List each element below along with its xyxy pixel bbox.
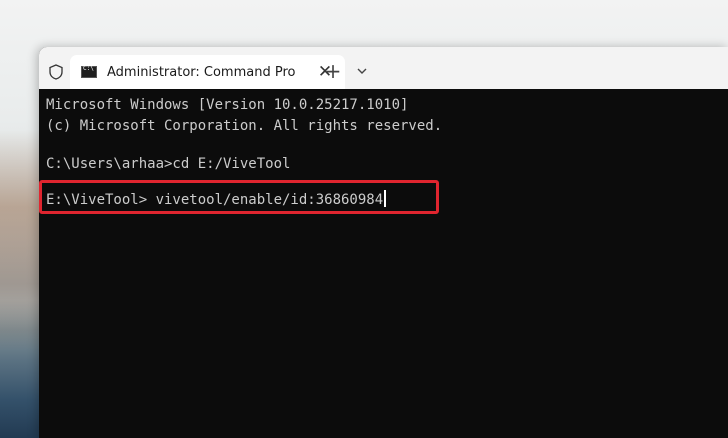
command-text: E:\ViveTool> vivetool/enable/id:36860984 [46, 192, 384, 208]
tab-title: Administrator: Command Pro [107, 65, 296, 80]
text-cursor [384, 190, 387, 207]
console-line: (c) Microsoft Corporation. All rights re… [46, 118, 443, 134]
new-tab-button[interactable]: + [323, 61, 343, 81]
cmd-icon [81, 65, 97, 78]
console-line: Microsoft Windows [Version 10.0.25217.10… [46, 97, 409, 113]
title-bar: Administrator: Command Pro ✕ + [39, 47, 728, 89]
console-line: C:\Users\arhaa>cd E:/ViveTool [46, 156, 291, 172]
terminal-window: Administrator: Command Pro ✕ + Microsoft… [39, 47, 728, 438]
tab-command-prompt[interactable]: Administrator: Command Pro ✕ [70, 55, 345, 89]
shield-icon [48, 64, 64, 80]
chevron-down-icon[interactable] [354, 63, 370, 79]
console-output[interactable]: Microsoft Windows [Version 10.0.25217.10… [39, 89, 728, 438]
command-input-line[interactable]: E:\ViveTool> vivetool/enable/id:36860984 [46, 190, 387, 209]
